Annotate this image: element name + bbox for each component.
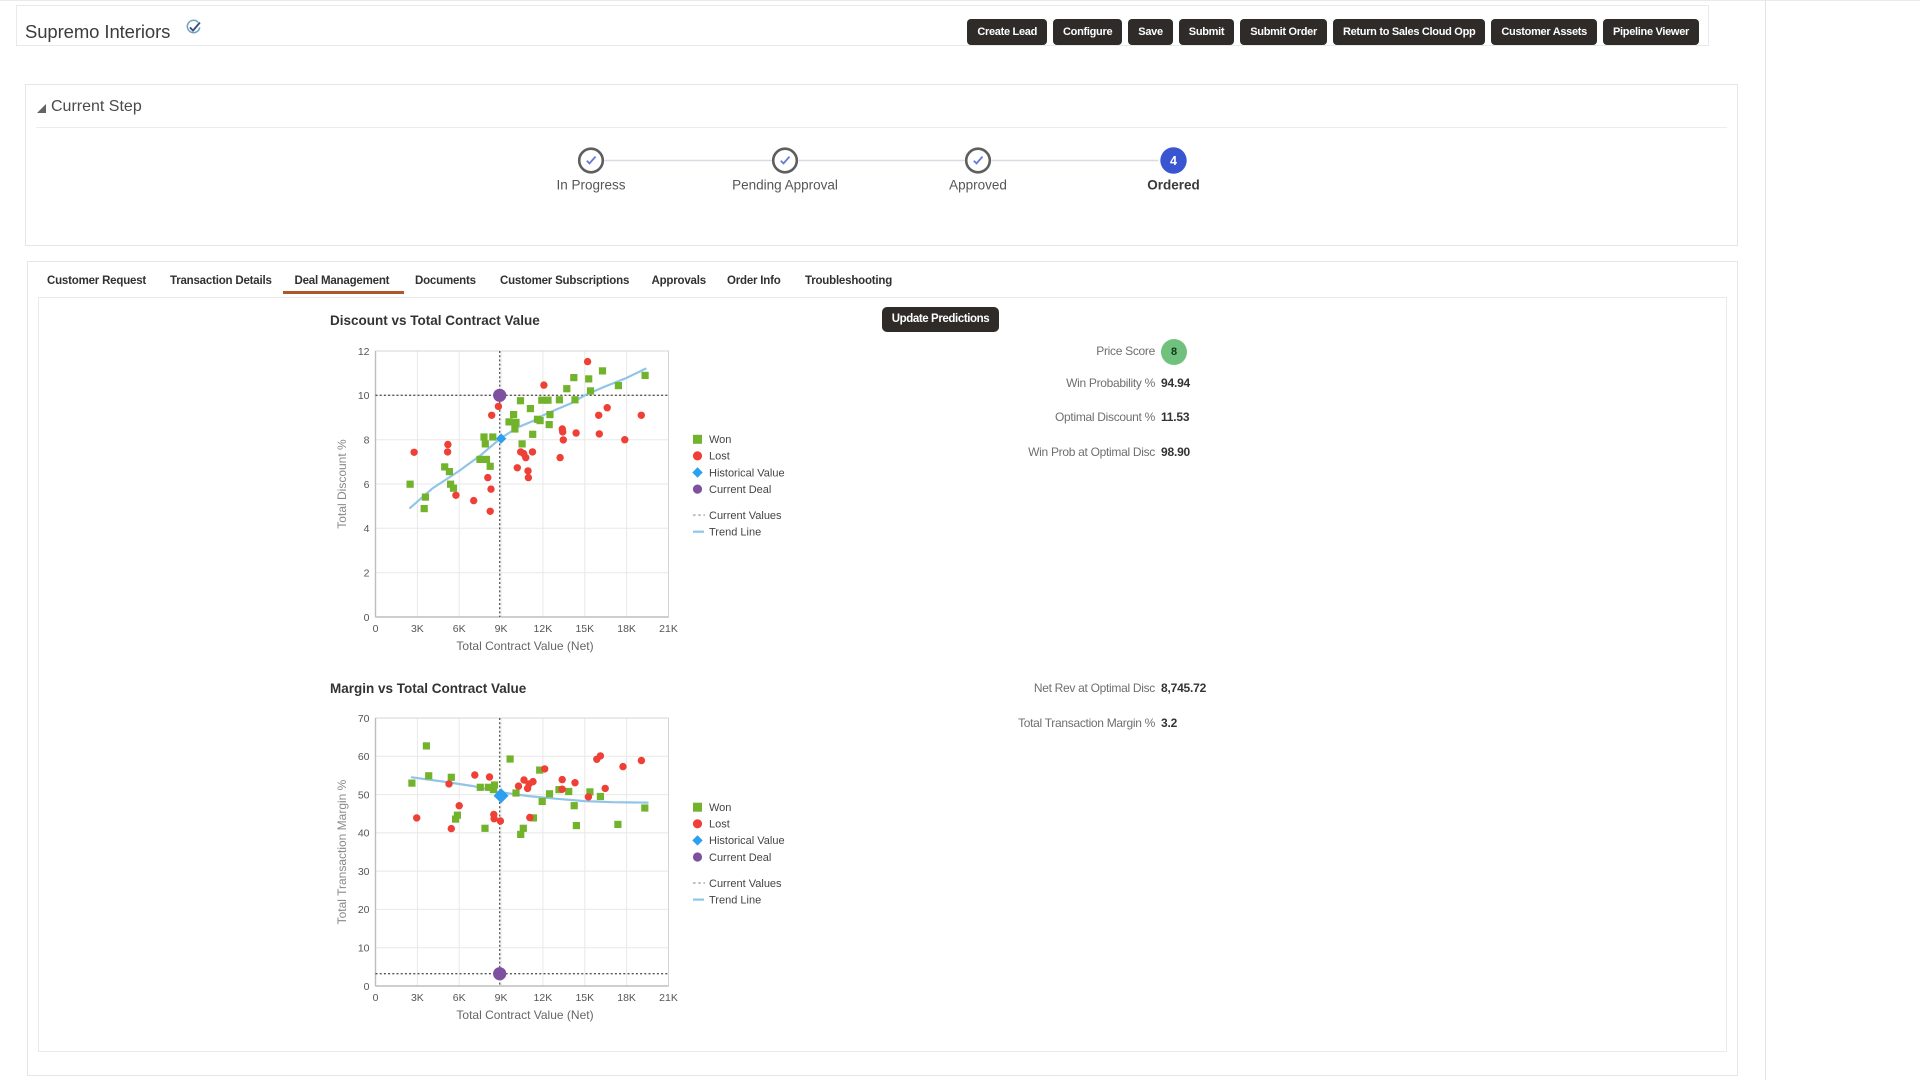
svg-text:Discount vs Total Contract Val: Discount vs Total Contract Value xyxy=(330,313,540,328)
svg-text:12K: 12K xyxy=(534,623,553,635)
svg-text:Won: Won xyxy=(709,802,731,814)
svg-text:Trend Line: Trend Line xyxy=(709,527,761,539)
svg-text:Total Contract Value (Net): Total Contract Value (Net) xyxy=(456,1008,593,1022)
svg-text:20: 20 xyxy=(358,904,370,916)
svg-text:4: 4 xyxy=(364,523,370,535)
svg-text:Historical Value: Historical Value xyxy=(709,467,785,479)
svg-text:0: 0 xyxy=(373,623,379,635)
svg-text:Total Contract Value (Net): Total Contract Value (Net) xyxy=(456,639,593,653)
svg-text:Lost: Lost xyxy=(709,451,730,463)
svg-text:6K: 6K xyxy=(453,992,466,1004)
svg-text:Pending Approval: Pending Approval xyxy=(732,178,838,193)
svg-text:3K: 3K xyxy=(411,623,424,635)
svg-text:12K: 12K xyxy=(534,992,553,1004)
svg-text:6K: 6K xyxy=(453,623,466,635)
svg-text:40: 40 xyxy=(358,828,370,840)
svg-text:15K: 15K xyxy=(575,623,594,635)
svg-text:70: 70 xyxy=(358,713,370,725)
svg-text:60: 60 xyxy=(358,751,370,763)
svg-text:12: 12 xyxy=(358,346,370,358)
svg-text:9K: 9K xyxy=(495,623,508,635)
svg-text:2: 2 xyxy=(364,568,370,580)
svg-text:Historical Value: Historical Value xyxy=(709,835,785,847)
svg-text:Total Discount %: Total Discount % xyxy=(335,439,349,529)
svg-text:9K: 9K xyxy=(495,992,508,1004)
svg-text:0: 0 xyxy=(373,992,379,1004)
svg-text:Trend Line: Trend Line xyxy=(709,894,761,906)
svg-text:Total Transaction Margin %: Total Transaction Margin % xyxy=(335,779,349,924)
svg-text:Approved: Approved xyxy=(949,178,1007,193)
svg-text:50: 50 xyxy=(358,789,370,801)
svg-text:21K: 21K xyxy=(659,623,678,635)
svg-text:Margin vs Total Contract Value: Margin vs Total Contract Value xyxy=(330,681,527,696)
svg-text:Won: Won xyxy=(709,434,731,446)
svg-text:0: 0 xyxy=(364,981,370,993)
svg-text:18K: 18K xyxy=(617,623,636,635)
svg-text:10: 10 xyxy=(358,943,370,955)
svg-text:4: 4 xyxy=(1170,154,1177,168)
svg-text:8: 8 xyxy=(364,435,370,447)
svg-text:Ordered: Ordered xyxy=(1147,178,1200,193)
svg-text:Current Deal: Current Deal xyxy=(709,852,771,864)
svg-text:21K: 21K xyxy=(659,992,678,1004)
svg-text:Current Values: Current Values xyxy=(709,510,782,522)
svg-text:15K: 15K xyxy=(575,992,594,1004)
svg-text:18K: 18K xyxy=(617,992,636,1004)
svg-text:6: 6 xyxy=(364,479,370,491)
svg-text:3K: 3K xyxy=(411,992,424,1004)
svg-text:10: 10 xyxy=(358,390,370,402)
svg-text:Current Deal: Current Deal xyxy=(709,484,771,496)
svg-text:Current Values: Current Values xyxy=(709,878,782,890)
svg-text:Lost: Lost xyxy=(709,819,730,831)
svg-text:30: 30 xyxy=(358,866,370,878)
svg-text:In Progress: In Progress xyxy=(556,178,625,193)
svg-text:0: 0 xyxy=(364,612,370,624)
